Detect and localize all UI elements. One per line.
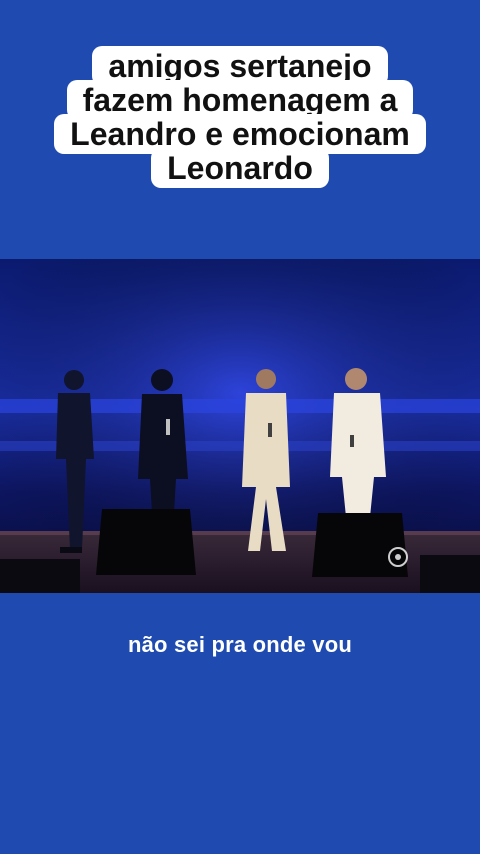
- video-title-overlay: amigos sertanejo fazem homenagem a Leand…: [0, 46, 480, 188]
- subtitle-caption: não sei pra onde vou: [127, 632, 353, 657]
- title-line-4: Leonardo: [151, 148, 329, 188]
- video-player[interactable]: [0, 259, 480, 593]
- stage-scene: [0, 259, 480, 593]
- stage-monitor-right: [312, 513, 408, 577]
- stage-monitor-left: [96, 509, 196, 575]
